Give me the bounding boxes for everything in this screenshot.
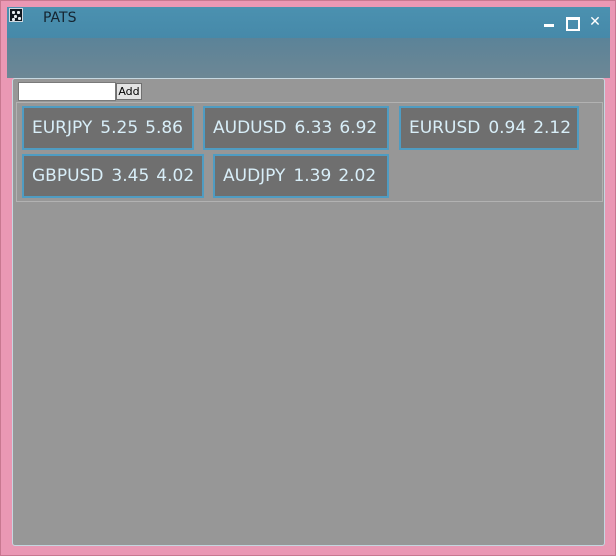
tiles-panel: EURJPY 5.25 5.86 AUDUSD 6.33 6.92 EURUSD 0.94… xyxy=(16,102,603,202)
toolbar-band xyxy=(7,38,610,78)
tile-bid: 3.45 xyxy=(111,166,150,186)
tile-ask: 2.12 xyxy=(533,118,572,138)
price-tile[interactable]: AUDUSD 6.33 6.92 xyxy=(203,106,389,150)
price-tile[interactable]: GBPUSD 3.45 4.02 xyxy=(22,154,204,198)
tile-bid: 0.94 xyxy=(488,118,527,138)
tile-symbol: AUDJPY xyxy=(223,166,286,186)
close-icon[interactable]: ✕ xyxy=(588,15,602,29)
window-frame: PATS ✕ Add EURJPY 5.25 5.86 AUDUSD 6.33 6.92… xyxy=(0,0,616,556)
tile-bid: 1.39 xyxy=(293,166,332,186)
tile-symbol: EURUSD xyxy=(409,118,481,138)
minimize-icon[interactable] xyxy=(542,15,556,29)
tile-ask: 6.92 xyxy=(339,118,378,138)
tile-ask: 5.86 xyxy=(145,118,183,138)
title-bar[interactable]: PATS ✕ xyxy=(7,7,610,38)
tile-symbol: EURJPY xyxy=(32,118,93,138)
client-area: Add EURJPY 5.25 5.86 AUDUSD 6.33 6.92 EURUSD… xyxy=(12,78,605,546)
price-tile[interactable]: EURUSD 0.94 2.12 xyxy=(399,106,579,150)
price-tile[interactable]: AUDJPY 1.39 2.02 xyxy=(213,154,389,198)
maximize-icon[interactable] xyxy=(565,15,580,31)
tile-symbol: AUDUSD xyxy=(213,118,287,138)
tile-bid: 5.25 xyxy=(100,118,139,138)
price-tile[interactable]: EURJPY 5.25 5.86 xyxy=(22,106,194,150)
tile-symbol: GBPUSD xyxy=(32,166,104,186)
symbol-input[interactable] xyxy=(18,82,116,101)
add-button[interactable]: Add xyxy=(116,83,142,100)
app-icon[interactable] xyxy=(9,8,23,22)
window-title: PATS xyxy=(43,10,77,26)
tile-ask: 2.02 xyxy=(338,166,377,186)
tile-ask: 4.02 xyxy=(156,166,195,186)
tile-bid: 6.33 xyxy=(294,118,333,138)
